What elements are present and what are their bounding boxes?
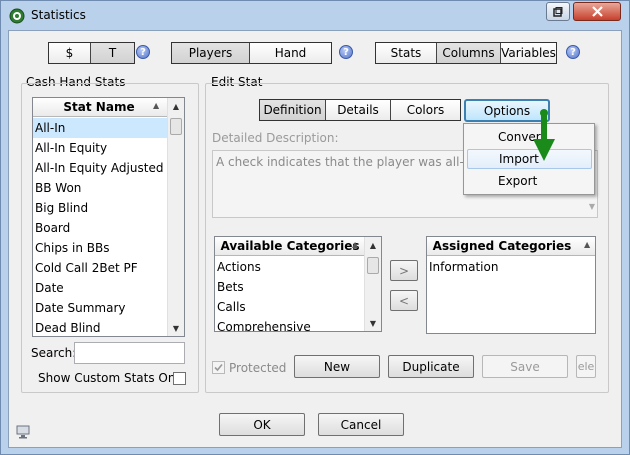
available-items: Actions Bets Calls Comprehensive bbox=[215, 257, 365, 331]
help-icon[interactable]: ? bbox=[339, 45, 353, 59]
check-icon bbox=[214, 363, 223, 372]
available-categories-list[interactable]: Available Categories ▲ Actions Bets Call… bbox=[214, 236, 382, 332]
tab-colors[interactable]: Colors bbox=[391, 100, 460, 120]
list-item[interactable]: Big Blind bbox=[33, 198, 169, 218]
list-item[interactable]: Comprehensive bbox=[215, 317, 365, 331]
sort-arrow-icon: ▲ bbox=[352, 240, 359, 249]
search-input[interactable] bbox=[74, 342, 185, 364]
help-icon[interactable]: ? bbox=[136, 45, 150, 59]
edit-tabs: Definition Details Colors bbox=[259, 99, 461, 121]
ok-button[interactable]: OK bbox=[219, 413, 305, 436]
list-item[interactable]: All-In bbox=[33, 118, 169, 138]
tab-details[interactable]: Details bbox=[326, 100, 391, 120]
scroll-thumb[interactable] bbox=[367, 257, 379, 274]
available-list-scrollbar[interactable]: ▲ ▼ bbox=[364, 237, 381, 331]
variables-button[interactable]: Variables bbox=[501, 43, 556, 63]
list-item[interactable]: Date bbox=[33, 278, 169, 298]
assigned-items: Information bbox=[427, 257, 595, 277]
cancel-button[interactable]: Cancel bbox=[318, 413, 404, 436]
menu-item-export[interactable]: Export bbox=[467, 171, 592, 191]
currency-toggle: $ T bbox=[48, 42, 135, 64]
annotation-arrow-icon bbox=[533, 109, 555, 161]
statistics-window: Statistics $ T ? Players Hand ? Stats Co… bbox=[0, 0, 630, 455]
hand-button[interactable]: Hand bbox=[250, 43, 331, 63]
list-item[interactable]: Actions bbox=[215, 257, 365, 277]
scroll-down-icon[interactable]: ▼ bbox=[365, 315, 381, 331]
restore-button[interactable] bbox=[546, 2, 570, 21]
list-item[interactable]: Chips in BBs bbox=[33, 238, 169, 258]
list-item[interactable]: Board bbox=[33, 218, 169, 238]
window-title: Statistics bbox=[31, 8, 86, 22]
move-left-button[interactable]: < bbox=[390, 290, 418, 311]
available-categories-header[interactable]: Available Categories ▲ bbox=[215, 237, 381, 256]
stat-items: All-In All-In Equity All-In Equity Adjus… bbox=[33, 118, 169, 336]
menu-item-convert[interactable]: Convert bbox=[467, 127, 592, 147]
show-custom-only-checkbox[interactable] bbox=[173, 372, 186, 385]
sort-arrow-icon: ▲ bbox=[584, 240, 591, 249]
tab-definition[interactable]: Definition bbox=[260, 100, 326, 120]
protected-checkbox[interactable] bbox=[212, 361, 225, 374]
show-custom-only-label: Show Custom Stats Only bbox=[38, 371, 186, 385]
duplicate-button[interactable]: Duplicate bbox=[388, 355, 474, 378]
close-icon bbox=[591, 6, 603, 17]
list-item[interactable]: All-In Equity Adjusted BB bbox=[33, 158, 169, 178]
save-button[interactable]: Save bbox=[482, 355, 568, 378]
scroll-thumb[interactable] bbox=[170, 118, 182, 135]
help-icon[interactable]: ? bbox=[566, 45, 580, 59]
restore-icon bbox=[553, 6, 563, 17]
list-item[interactable]: BB Won bbox=[33, 178, 169, 198]
list-item[interactable]: Date Summary bbox=[33, 298, 169, 318]
list-item[interactable]: Dead Blind bbox=[33, 318, 169, 336]
currency-t-button[interactable]: T bbox=[91, 43, 134, 63]
dialog-client-area: $ T ? Players Hand ? Stats Columns Varia… bbox=[8, 30, 622, 448]
scroll-up-icon[interactable]: ▲ bbox=[168, 98, 184, 114]
list-item[interactable]: Information bbox=[427, 257, 595, 277]
detailed-description-label: Detailed Description: bbox=[212, 131, 339, 145]
stat-list-scrollbar[interactable]: ▲ ▼ bbox=[167, 98, 184, 336]
close-button[interactable] bbox=[573, 2, 621, 21]
move-right-button[interactable]: > bbox=[390, 260, 418, 281]
search-label: Search: bbox=[31, 346, 77, 360]
list-item[interactable]: Bets bbox=[215, 277, 365, 297]
view-toggle: Stats Columns Variables bbox=[375, 42, 557, 64]
assigned-categories-header[interactable]: Assigned Categories ▲ bbox=[427, 237, 595, 256]
monitor-icon bbox=[16, 425, 30, 439]
stats-button[interactable]: Stats bbox=[376, 43, 437, 63]
columns-button[interactable]: Columns bbox=[437, 43, 501, 63]
delete-button[interactable]: ele bbox=[576, 355, 596, 378]
assigned-categories-list[interactable]: Assigned Categories ▲ Information bbox=[426, 236, 596, 334]
currency-dollar-button[interactable]: $ bbox=[49, 43, 91, 63]
options-menu: Convert Import Export bbox=[463, 123, 595, 195]
list-item[interactable]: All-In Equity bbox=[33, 138, 169, 158]
list-item[interactable]: Calls bbox=[215, 297, 365, 317]
list-item[interactable]: Cold Call 2Bet PF bbox=[33, 258, 169, 278]
menu-item-import[interactable]: Import bbox=[467, 149, 592, 169]
new-button[interactable]: New bbox=[294, 355, 380, 378]
players-button[interactable]: Players bbox=[172, 43, 250, 63]
sort-arrow-icon: ▲ bbox=[153, 101, 160, 110]
scroll-up-icon[interactable]: ▲ bbox=[365, 237, 381, 253]
scroll-down-icon[interactable]: ▼ bbox=[168, 320, 184, 336]
mode-toggle: Players Hand bbox=[171, 42, 332, 64]
poker-chip-icon bbox=[9, 8, 25, 24]
stat-name-column-header[interactable]: Stat Name ▲ bbox=[33, 98, 184, 117]
stat-name-list[interactable]: Stat Name ▲ All-In All-In Equity All-In … bbox=[32, 97, 185, 337]
scroll-down-icon: ▼ bbox=[588, 202, 595, 211]
protected-label: Protected bbox=[229, 361, 287, 375]
title-bar: Statistics bbox=[1, 1, 629, 30]
